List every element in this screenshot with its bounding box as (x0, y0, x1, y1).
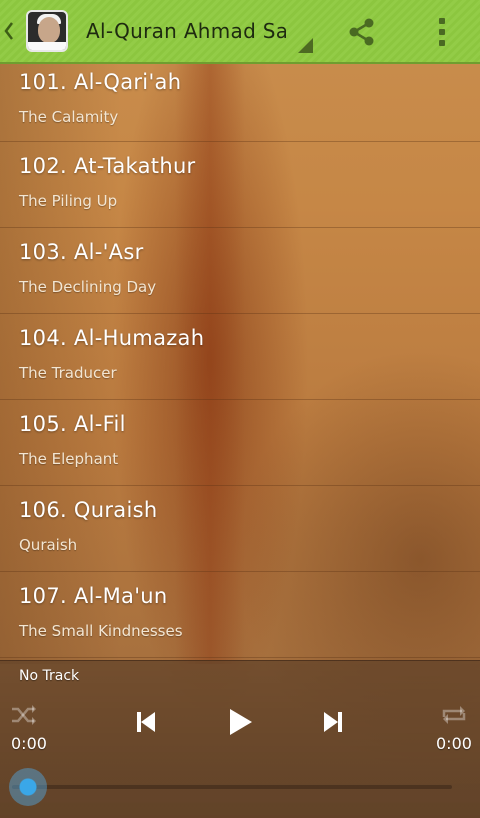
now-playing-label: No Track (19, 668, 80, 684)
track-subtitle: The Calamity (19, 108, 119, 126)
track-subtitle: Quraish (19, 536, 78, 554)
track-list[interactable]: 101. Al-Qari'ah The Calamity 102. At-Tak… (0, 64, 480, 660)
overflow-menu-button[interactable] (424, 10, 460, 54)
back-chevron-icon[interactable] (0, 0, 18, 63)
track-title: 105. Al-Fil (19, 412, 126, 436)
elapsed-time: 0:00 (11, 734, 47, 753)
title-dropdown-indicator (298, 38, 313, 53)
shuffle-icon (12, 705, 36, 725)
track-subtitle: The Declining Day (19, 278, 157, 296)
track-title: 103. Al-'Asr (19, 240, 144, 264)
next-icon (324, 712, 342, 732)
share-icon (349, 18, 374, 46)
track-title: 104. Al-Humazah (19, 326, 205, 350)
track-title: 101. Al-Qari'ah (19, 70, 182, 94)
play-button[interactable] (224, 705, 256, 739)
track-subtitle: The Piling Up (19, 192, 118, 210)
repeat-icon (442, 706, 466, 724)
share-button[interactable] (340, 10, 384, 54)
overflow-menu-icon (439, 18, 445, 24)
play-icon (230, 709, 252, 735)
seek-thumb[interactable] (9, 768, 47, 806)
list-item[interactable]: 103. Al-'Asr The Declining Day (0, 228, 480, 314)
list-item[interactable]: 107. Al-Ma'un The Small Kindnesses (0, 572, 480, 658)
shuffle-button[interactable] (10, 703, 38, 727)
list-item[interactable]: 106. Quraish Quraish (0, 486, 480, 572)
list-item[interactable]: 102. At-Takathur The Piling Up (0, 142, 480, 228)
track-title: 102. At-Takathur (19, 154, 196, 178)
track-title: 107. Al-Ma'un (19, 584, 168, 608)
app-icon[interactable] (26, 10, 68, 52)
list-item[interactable]: 105. Al-Fil The Elephant (0, 400, 480, 486)
next-button[interactable] (318, 707, 348, 737)
app-title[interactable]: Al-Quran Ahmad Sa.. (86, 19, 286, 43)
seek-bar[interactable] (12, 785, 452, 789)
list-item[interactable]: 101. Al-Qari'ah The Calamity (0, 64, 480, 142)
track-subtitle: The Elephant (19, 450, 119, 468)
list-item[interactable]: 104. Al-Humazah The Traducer (0, 314, 480, 400)
track-subtitle: The Small Kindnesses (19, 622, 183, 640)
previous-button[interactable] (131, 707, 161, 737)
previous-icon (137, 712, 155, 732)
total-duration: 0:00 (436, 734, 472, 753)
repeat-button[interactable] (440, 703, 468, 727)
player-bar: No Track 0:00 0:00 (0, 660, 480, 818)
action-bar: Al-Quran Ahmad Sa.. (0, 0, 480, 64)
track-subtitle: The Traducer (19, 364, 117, 382)
track-title: 106. Quraish (19, 498, 158, 522)
